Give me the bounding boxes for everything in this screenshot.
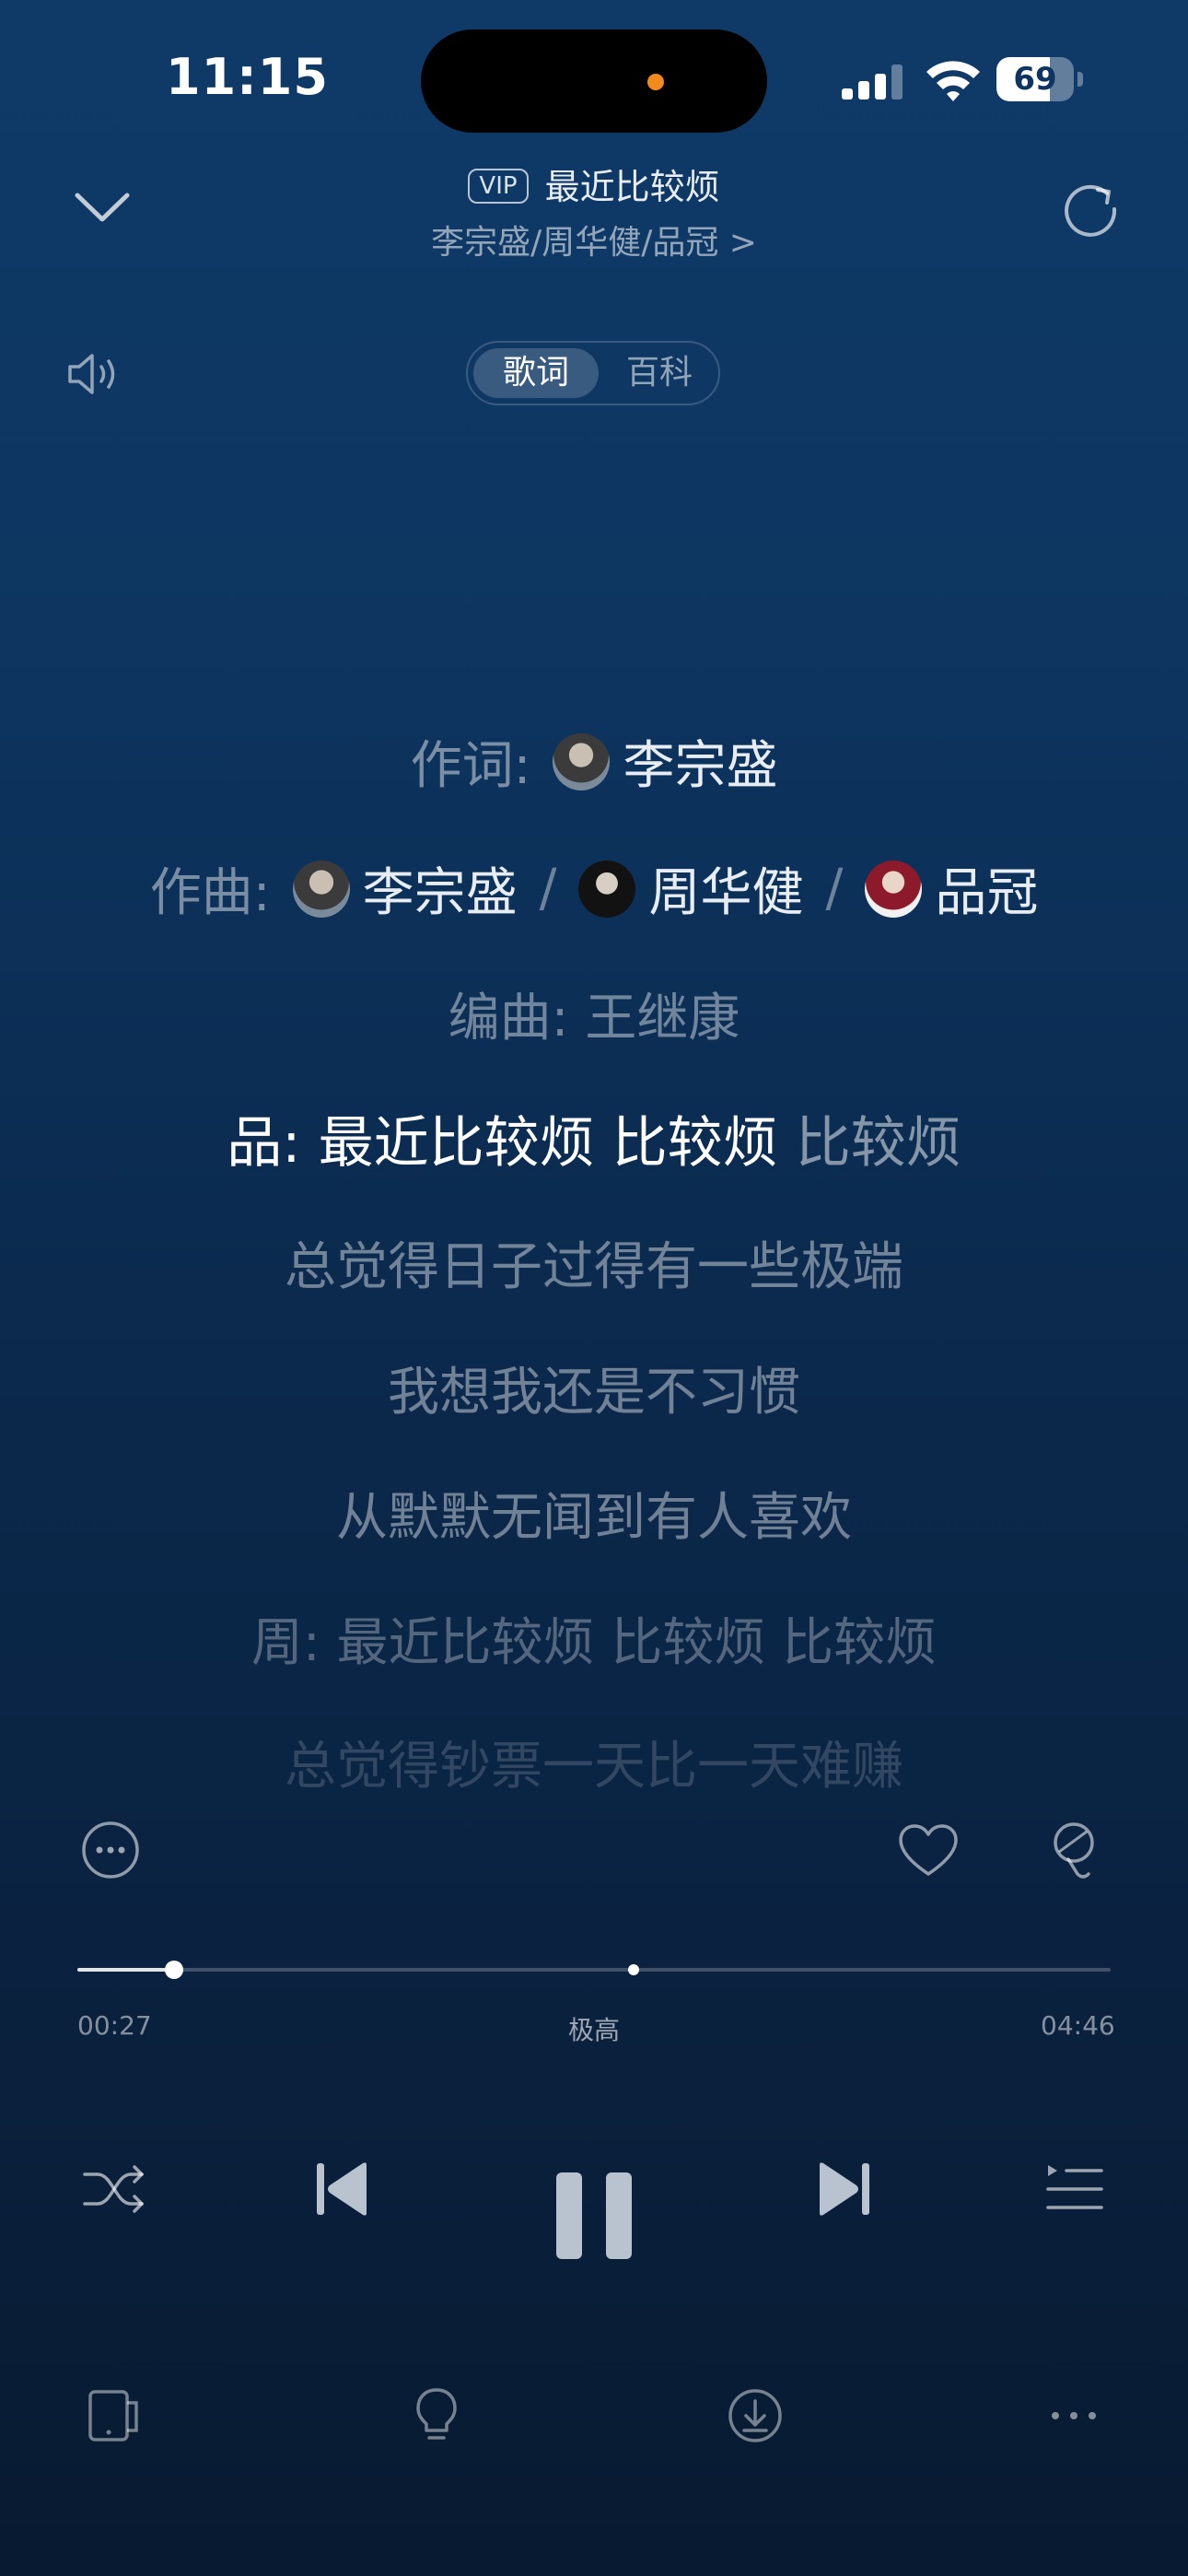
speaker-icon[interactable] <box>66 348 123 400</box>
more-dots-icon[interactable] <box>1044 2386 1103 2445</box>
bulb-icon[interactable] <box>407 2386 466 2445</box>
progress-played <box>77 1968 174 1972</box>
composer-label: 作曲: <box>149 863 271 923</box>
lyric-line[interactable]: 我想我还是不习惯 <box>0 1351 1188 1425</box>
song-title-row[interactable]: VIP 最近比较烦 <box>0 158 1188 209</box>
refresh-icon[interactable] <box>1063 181 1120 238</box>
composer-name[interactable]: 周华健 <box>648 851 803 926</box>
arranger-line: 编曲: 王继康 <box>448 989 740 1048</box>
tab-wiki[interactable]: 百科 <box>602 348 716 398</box>
quality-selector[interactable]: 极高 <box>0 2010 1188 2047</box>
song-title: 最近比较烦 <box>544 167 720 207</box>
composer-line: 作曲: 李宗盛 / 周华健 / 品冠 <box>0 851 1188 926</box>
pause-icon[interactable] <box>553 2169 635 2263</box>
lyrics-wiki-toggle: 歌词 百科 <box>466 341 720 405</box>
vip-badge: VIP <box>468 169 529 204</box>
lyric-unsung-part: 比较烦 <box>795 1111 961 1176</box>
wifi-icon <box>926 61 980 101</box>
more-circle-icon[interactable] <box>81 1821 140 1879</box>
battery-level: 69 <box>1013 61 1057 98</box>
status-time: 11:15 <box>166 48 329 106</box>
lyricist-name[interactable]: 李宗盛 <box>623 724 777 799</box>
avatar[interactable] <box>292 860 350 918</box>
dynamic-island <box>421 29 767 133</box>
progress-marker <box>628 1964 639 1975</box>
heart-icon[interactable] <box>897 1822 960 1879</box>
avatar[interactable] <box>578 860 636 918</box>
download-icon[interactable] <box>726 2386 785 2445</box>
prev-icon[interactable] <box>313 2156 372 2222</box>
lyricist-line: 作词: 李宗盛 <box>0 724 1188 799</box>
composer-name[interactable]: 品冠 <box>935 851 1038 926</box>
current-lyric-line[interactable]: 品: 最近比较烦 比较烦 比较烦 <box>0 1098 1188 1178</box>
mic-icon[interactable] <box>1046 1821 1100 1881</box>
total-time: 04:46 <box>1041 2010 1115 2041</box>
separator: / <box>825 859 844 919</box>
tab-lyrics[interactable]: 歌词 <box>473 348 599 398</box>
device-icon[interactable] <box>85 2386 144 2445</box>
battery-indicator: 69 <box>996 57 1083 101</box>
lyric-line[interactable]: 总觉得钞票一天比一天难赚 <box>0 1725 1188 1799</box>
next-icon[interactable] <box>814 2156 873 2222</box>
lyric-sung-part: 品: 最近比较烦 比较烦 <box>227 1111 796 1176</box>
lyric-line[interactable]: 总觉得日子过得有一些极端 <box>0 1225 1188 1300</box>
shuffle-icon[interactable] <box>81 2156 147 2222</box>
progress-handle[interactable] <box>165 1961 183 1979</box>
separator: / <box>539 859 557 919</box>
avatar[interactable] <box>865 860 923 918</box>
composer-name[interactable]: 李宗盛 <box>363 851 518 926</box>
avatar[interactable] <box>553 732 611 790</box>
recording-dot <box>647 74 664 90</box>
lyric-line[interactable]: 从默默无闻到有人喜欢 <box>0 1476 1188 1551</box>
artist-link[interactable]: 李宗盛/周华健/品冠 > <box>0 216 1188 263</box>
lyricist-label: 作词: <box>410 736 531 796</box>
queue-icon[interactable] <box>1044 2156 1105 2222</box>
progress-track[interactable] <box>77 1968 1111 1972</box>
lyric-line[interactable]: 周: 最近比较烦 比较烦 比较烦 <box>0 1601 1188 1676</box>
cellular-signal-icon <box>842 64 903 100</box>
